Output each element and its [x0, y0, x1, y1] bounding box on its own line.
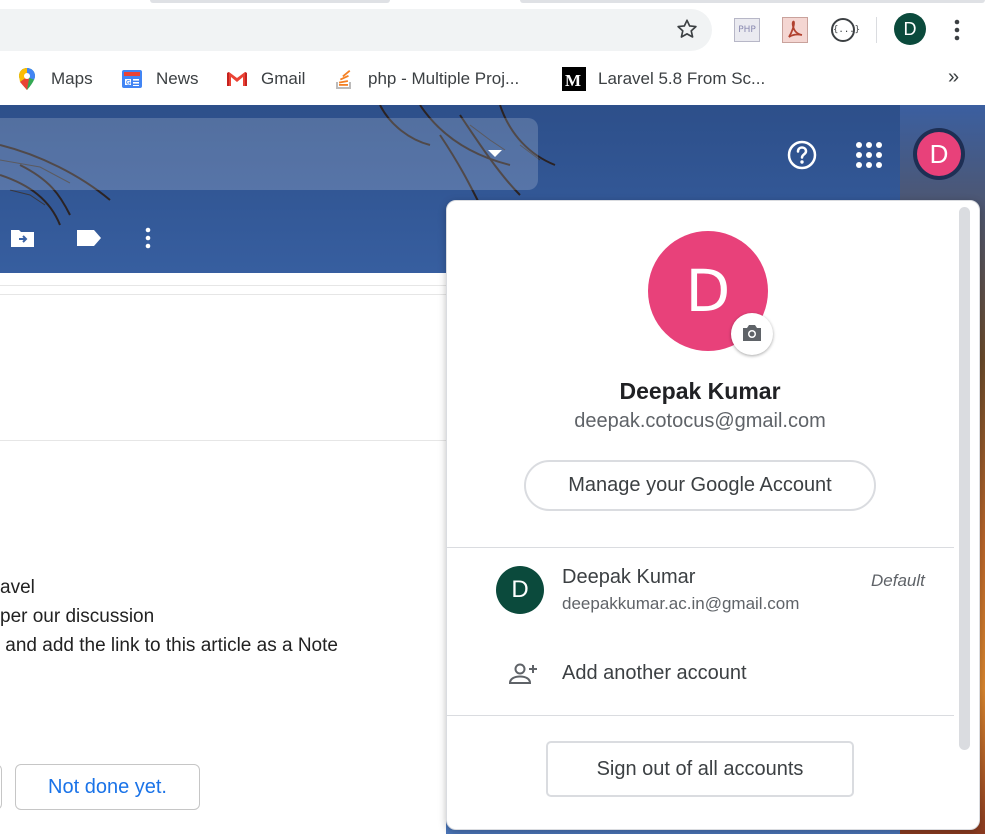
email-reading-pane	[0, 273, 446, 834]
sign-out-all-button[interactable]: Sign out of all accounts	[546, 741, 854, 797]
default-account-badge: Default	[871, 571, 925, 590]
bookmark-news[interactable]: G News	[120, 60, 199, 98]
other-account-email[interactable]: deepakkumar.ac.in@gmail.com	[562, 594, 799, 614]
json-formatter-icon[interactable]: {...}	[831, 18, 860, 42]
google-news-icon: G	[120, 67, 144, 91]
email-body-line: and add the link to this article as a No…	[0, 635, 338, 656]
bookmark-label: php - Multiple Proj...	[368, 69, 520, 88]
medium-icon: M	[562, 67, 586, 91]
divider	[447, 547, 954, 548]
tab-edge	[520, 0, 985, 3]
bookmark-stackoverflow[interactable]: php - Multiple Proj...	[332, 60, 519, 98]
search-options-dropdown-icon[interactable]	[488, 150, 502, 157]
pdf-extension-icon[interactable]	[782, 17, 808, 43]
google-apps-icon[interactable]	[855, 141, 883, 169]
stackoverflow-icon	[332, 67, 356, 91]
chrome-profile-avatar[interactable]: D	[894, 13, 926, 45]
label-icon[interactable]	[76, 229, 102, 247]
bookmark-gmail[interactable]: Gmail	[225, 60, 305, 98]
add-account-icon[interactable]	[508, 662, 538, 686]
svg-text:M: M	[565, 71, 581, 90]
manage-google-account-button[interactable]: Manage your Google Account	[524, 460, 876, 511]
google-account-button[interactable]: D	[913, 128, 965, 180]
bookmark-label: Gmail	[261, 69, 306, 88]
tab-edge	[150, 0, 390, 3]
move-to-folder-icon[interactable]	[10, 227, 36, 249]
divider	[0, 294, 446, 295]
maps-pin-icon	[15, 67, 39, 91]
smart-reply-not-done-button[interactable]: Not done yet.	[15, 764, 200, 810]
divider	[0, 285, 446, 286]
other-account-avatar[interactable]: D	[496, 566, 544, 614]
bookmark-laravel[interactable]: M Laravel 5.8 From Sc...	[562, 60, 765, 98]
account-avatar: D	[917, 132, 961, 176]
bookmark-label: Maps	[51, 69, 93, 88]
chrome-menu-icon[interactable]	[950, 18, 964, 42]
php-extension-icon[interactable]: PHP	[734, 18, 760, 42]
help-icon[interactable]	[786, 139, 818, 171]
gmail-search-bar[interactable]	[0, 118, 538, 190]
toolbar-divider	[876, 17, 877, 43]
email-body-line: avel	[0, 577, 35, 598]
bookmark-label: News	[156, 69, 199, 88]
divider	[0, 440, 446, 441]
more-options-icon[interactable]	[143, 226, 153, 250]
gmail-icon	[225, 67, 249, 91]
camera-icon	[743, 325, 761, 341]
svg-text:G: G	[126, 80, 131, 86]
bookmark-label: Laravel 5.8 From Sc...	[598, 69, 766, 88]
bookmark-star-icon[interactable]	[676, 18, 698, 40]
account-email: deepak.cotocus@gmail.com	[574, 410, 826, 432]
popup-scrollbar[interactable]	[959, 207, 970, 750]
bookmarks-overflow-button[interactable]: »	[948, 66, 959, 89]
divider	[447, 715, 954, 716]
smart-reply-button[interactable]	[0, 764, 2, 810]
address-bar[interactable]: t	[0, 9, 712, 51]
account-name: Deepak Kumar	[619, 378, 781, 404]
add-another-account-button[interactable]: Add another account	[562, 662, 747, 685]
other-account-name[interactable]: Deepak Kumar	[562, 566, 695, 589]
email-body-line: per our discussion	[0, 606, 155, 627]
bookmarks-bar: Maps G News Gmail php - Multiple Proj...…	[0, 60, 985, 104]
change-photo-button[interactable]	[731, 313, 773, 355]
bookmark-maps[interactable]: Maps	[15, 60, 93, 98]
